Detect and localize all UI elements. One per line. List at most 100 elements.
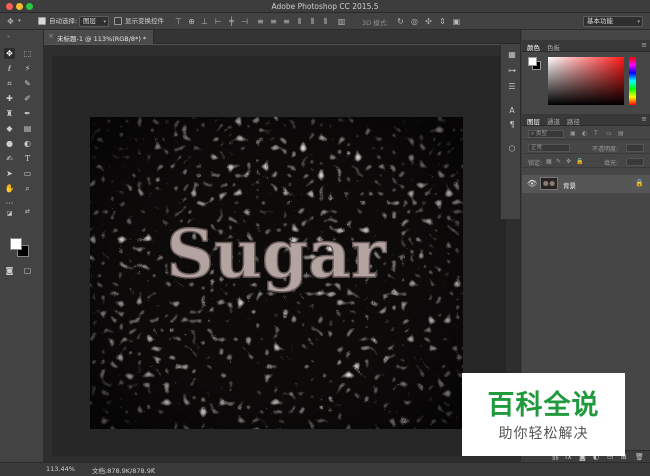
filter-type-icon[interactable]: T [594,130,598,137]
3d-scale-icon[interactable]: ▣ [452,17,461,26]
show-transform-checkbox[interactable] [114,17,122,25]
workspace-dropdown[interactable]: 基本功能 ▾ [583,16,643,27]
layer-filter-dropdown[interactable]: ⌕ 类型 [528,130,564,138]
path-selection-icon[interactable]: ➤ [4,168,15,179]
3d-pan-icon[interactable]: ✣ [424,17,433,26]
hand-icon[interactable]: ✋ [4,183,15,194]
tab-paths[interactable]: 路径 [567,116,580,126]
3d-rotate-icon[interactable]: ↻ [396,17,405,26]
layer-name: 背景 [563,182,576,190]
clone-stamp-icon[interactable]: ♜ [4,108,15,119]
mode-3d-label: 3D 模式: [362,19,389,27]
gradient-icon[interactable]: ▤ [22,123,33,134]
watermark-logo: 百科全说 助你轻松解决 [462,373,625,456]
lock-all-icon[interactable]: 🔒 [576,158,583,165]
distribute-hcenter-icon[interactable]: ⦀ [308,17,317,26]
document-size[interactable]: 文档:878.9K/878.9K [92,465,155,475]
title-bar: Adobe Photoshop CC 2015.5 [0,0,650,13]
swap-colors-icon[interactable]: ⇄ [22,206,33,217]
tab-swatches[interactable]: 色板 [547,42,560,52]
filter-smart-icon[interactable]: ▤ [618,130,624,137]
blend-row: 正常 不透明度: [522,142,650,154]
eraser-icon[interactable]: ◆ [4,123,15,134]
auto-align-icon[interactable]: ▥ [337,17,346,26]
align-bottom-icon[interactable]: ⊥ [200,17,209,26]
3d-slide-icon[interactable]: ⇕ [438,17,447,26]
tab-channels[interactable]: 通道 [547,116,560,126]
rectangle-icon[interactable]: ▭ [22,168,33,179]
panel-menu-icon[interactable]: ≡ [641,115,647,123]
blur-icon[interactable]: ● [4,138,15,149]
distribute-right-icon[interactable]: ⦀ [321,17,330,26]
fill-field[interactable] [626,158,644,166]
foreground-color-swatch[interactable] [10,238,22,250]
eye-icon[interactable]: 👁 [527,179,537,188]
crop-icon[interactable]: ⌗ [4,78,15,89]
hue-slider[interactable] [629,57,636,105]
color-panel-foreground[interactable] [528,57,537,66]
character-panel-icon[interactable]: A [507,106,517,116]
brush-icon[interactable]: ✐ [22,93,33,104]
adjustments-panel-icon[interactable]: ⊶ [507,66,517,76]
align-left-icon[interactable]: ⊢ [214,17,223,26]
tab-color[interactable]: 颜色 [527,42,540,52]
document-workspace[interactable]: Sugar [44,45,520,462]
distribute-bottom-icon[interactable]: ≡ [282,17,291,26]
opacity-field[interactable] [626,144,644,152]
tab-layers[interactable]: 图层 [527,116,540,126]
type-icon[interactable]: T [22,153,33,164]
lasso-icon[interactable]: ℓ [4,63,15,74]
layer-row[interactable]: 👁 背景 🔒 [522,175,650,193]
default-colors-icon[interactable]: ◪ [4,208,15,219]
lock-position-icon[interactable]: ✥ [566,158,571,165]
properties-panel-icon[interactable]: ☰ [507,82,517,92]
distribute-left-icon[interactable]: ⦀ [295,17,304,26]
panel-menu-icon[interactable]: ≡ [641,41,647,49]
zoom-icon[interactable]: ⌕ [22,183,33,194]
lock-transparent-icon[interactable]: ▦ [546,158,552,165]
pen-icon[interactable]: ✍ [4,153,15,164]
marquee-icon[interactable]: ⬚ [22,48,33,59]
canvas[interactable]: Sugar [90,117,463,429]
blend-mode-dropdown[interactable]: 正常 [528,144,570,152]
align-vcenter-icon[interactable]: ⊕ [187,17,196,26]
screen-mode-icon[interactable]: ▢ [22,265,33,276]
lock-icon: 🔒 [635,179,644,187]
document-tab-label: 未标题-1 @ 113%(RGB/8*) * [57,35,147,43]
distribute-vcenter-icon[interactable]: ≡ [269,17,278,26]
filter-pixel-icon[interactable]: ▣ [570,130,576,137]
toolbox: » ✥ ⬚ ℓ ⚡ ⌗ ✎ ✚ ✐ ♜ ✒ ◆ ▤ ● ◐ ✍ T ➤ ▭ ✋ … [0,30,44,462]
search-icon: ⌕ [531,131,535,137]
lock-pixels-icon[interactable]: ✎ [556,158,561,165]
zoom-level[interactable]: 113.44% [46,465,75,473]
distribute-top-icon[interactable]: ≡ [256,17,265,26]
color-picker-field[interactable] [548,57,624,105]
chevron-down-icon[interactable]: ▾ [15,17,24,26]
auto-select-label: 自动选择: [49,17,78,25]
filter-shape-icon[interactable]: ▭ [606,130,612,137]
status-menu-icon[interactable]: › [152,465,155,473]
align-top-icon[interactable]: ⊤ [174,17,183,26]
close-tab-icon[interactable]: × [48,32,54,40]
align-hcenter-icon[interactable]: ╪ [227,17,236,26]
move-tool-preset-icon[interactable]: ✥ [6,17,15,26]
move-icon[interactable]: ✥ [4,48,15,59]
quick-mask-icon[interactable]: ◙ [4,265,15,276]
filter-adjustment-icon[interactable]: ◐ [582,130,587,137]
magic-wand-icon[interactable]: ⚡ [22,63,33,74]
align-right-icon[interactable]: ⊣ [240,17,249,26]
3d-panel-icon[interactable]: ⬡ [507,144,517,154]
healing-brush-icon[interactable]: ✚ [4,93,15,104]
dodge-icon[interactable]: ◐ [22,138,33,149]
paragraph-panel-icon[interactable]: ¶ [507,120,517,130]
eyedropper-icon[interactable]: ✎ [22,78,33,89]
trash-icon[interactable]: 🗑 [635,453,644,461]
auto-select-checkbox[interactable] [38,17,46,25]
3d-roll-icon[interactable]: ◎ [410,17,419,26]
history-panel-icon[interactable]: ▦ [507,50,517,60]
lock-label: 锁定: [528,160,543,167]
history-brush-icon[interactable]: ✒ [22,108,33,119]
auto-select-dropdown[interactable]: 图层 ▾ [79,16,109,27]
toolbox-collapse-icon[interactable]: » [3,32,14,43]
document-tab[interactable]: × 未标题-1 @ 113%(RGB/8*) * [44,30,154,44]
